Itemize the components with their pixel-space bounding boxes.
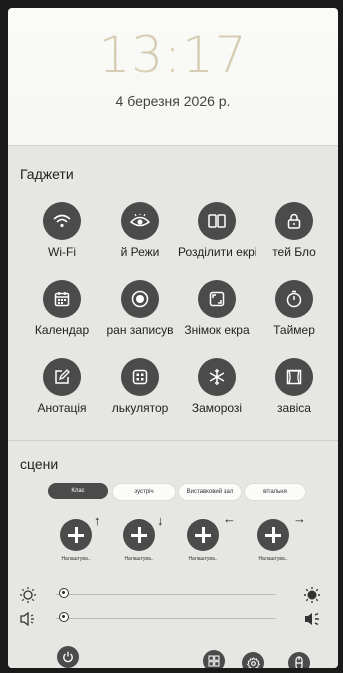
add-icon (60, 519, 92, 551)
timer-icon (275, 280, 313, 318)
gadget-label: й Режи (120, 245, 160, 259)
gadget-freeze[interactable]: Заморозі (178, 358, 256, 415)
split-screen-icon (198, 202, 236, 240)
scene-preset-4[interactable]: → Налаштува.. (243, 511, 306, 562)
device-screen: 13:17 4 березня 2026 р. Гаджети Wi-Fi й … (8, 8, 338, 668)
scene-chip-class[interactable]: Клас (48, 483, 108, 499)
add-icon (187, 519, 219, 551)
gadgets-title: Гаджети (20, 166, 74, 182)
power-button[interactable] (57, 646, 79, 668)
eye-icon (121, 202, 159, 240)
gadget-label: завіса (277, 401, 311, 415)
add-icon (123, 519, 155, 551)
brightness-low-icon (18, 585, 38, 605)
scene-preset-1[interactable]: ↑ Налаштува.. (46, 513, 106, 562)
volume-high-icon (302, 609, 322, 629)
screenshot-icon (198, 280, 236, 318)
lock-icon (275, 202, 313, 240)
gadget-lock[interactable]: тей Бло (255, 202, 333, 259)
power-icon (63, 651, 73, 663)
scene-preset-label: Налаштува.. (188, 556, 218, 562)
gadget-eye-mode[interactable]: й Режи (101, 202, 179, 259)
section-divider (8, 440, 338, 441)
gadget-timer[interactable]: Таймер (255, 280, 333, 337)
gadget-label: ран записув (106, 323, 174, 337)
scene-preset-label: Налаштува.. (258, 556, 288, 562)
gadget-label: Розділити екрі (178, 245, 256, 259)
gadget-label: лькулятор (111, 401, 169, 415)
volume-track[interactable] (56, 618, 276, 619)
control-panel: Гаджети Wi-Fi й Режи Розділити екрі тей (8, 145, 338, 668)
touch-button[interactable] (288, 652, 310, 668)
windows-icon (208, 655, 220, 667)
gadget-label: Календар (34, 323, 90, 337)
brightness-slider-thumb[interactable] (59, 588, 69, 598)
gadget-label: Wi-Fi (48, 245, 76, 259)
gadget-label: Заморозі (191, 401, 243, 415)
gadget-screenshot[interactable]: Знімок екра (178, 280, 256, 337)
scene-preset-label: Налаштува.. (61, 556, 91, 562)
curtain-icon (275, 358, 313, 396)
brightness-high-icon (302, 585, 322, 605)
gadget-curtain[interactable]: завіса (255, 358, 333, 415)
scene-chip-exhibition[interactable]: Виставковий зал (178, 483, 242, 501)
gadget-label: Знімок екра (184, 323, 250, 337)
scene-chip-living-room[interactable]: вітальня (244, 483, 306, 501)
calculator-icon (121, 358, 159, 396)
gadget-annotation[interactable]: Анотація (23, 358, 101, 415)
volume-slider-thumb[interactable] (59, 612, 69, 622)
clock-time: 13:17 (98, 26, 248, 84)
clock-date: 4 березня 2026 р. (115, 93, 231, 109)
brightness-track[interactable] (56, 594, 276, 595)
windows-button[interactable] (203, 650, 225, 668)
brightness-slider-row (16, 585, 326, 605)
snowflake-icon (198, 358, 236, 396)
scene-preset-2[interactable]: ↓ Налаштува.. (109, 513, 169, 562)
gadget-label: Анотація (37, 401, 87, 415)
screen-record-icon (121, 280, 159, 318)
volume-low-icon (18, 609, 38, 629)
annotation-icon (43, 358, 81, 396)
arrow-left-icon: ← (223, 511, 236, 526)
touch-icon (295, 656, 303, 668)
wifi-icon (43, 202, 81, 240)
calendar-icon (43, 280, 81, 318)
gadget-wifi[interactable]: Wi-Fi (23, 202, 101, 259)
arrow-up-icon: ↑ (94, 513, 101, 528)
scene-chip-meeting[interactable]: зустріч (112, 483, 176, 501)
settings-icon (246, 656, 260, 668)
scene-preset-3[interactable]: ← Налаштува.. (173, 511, 236, 562)
gadget-label: Таймер (273, 323, 315, 337)
gadget-calculator[interactable]: лькулятор (101, 358, 179, 415)
arrow-right-icon: → (293, 511, 306, 526)
settings-button[interactable] (242, 652, 264, 668)
add-icon (257, 519, 289, 551)
gadget-label: тей Бло (272, 245, 316, 259)
gadget-calendar[interactable]: Календар (23, 280, 101, 337)
scene-preset-label: Налаштува.. (124, 556, 154, 562)
gadget-split-screen[interactable]: Розділити екрі (178, 202, 256, 259)
scenes-title: сцени (20, 456, 59, 472)
arrow-down-icon: ↓ (157, 513, 164, 528)
gadget-screen-record[interactable]: ран записув (101, 280, 179, 337)
volume-slider-row (16, 609, 326, 629)
